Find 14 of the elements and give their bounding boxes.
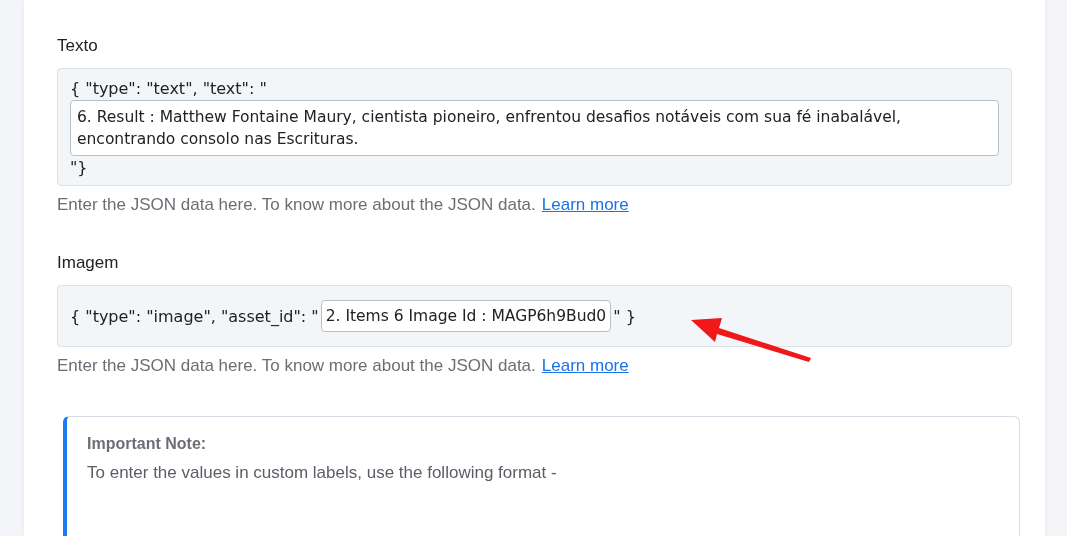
note-text: To enter the values in custom labels, use the following format - [87,463,558,483]
input-field[interactable]: 2. Items 6 Image Id : MAGP6h9Bud0 [320,300,612,332]
learn-more-link[interactable]: Learn more [541,356,629,376]
field-label: Texto [57,36,99,56]
json-prefix: { "type": "text", "text": " [70,79,268,98]
help-text: Enter the JSON data here. To know more about the JSON data. [57,356,536,376]
json-prefix: { "type": "image", "asset_id": " [70,306,319,326]
input-field[interactable]: 6. Result : Matthew Fontaine Maury, cientista pioneiro, enfrentou desafios notáveis com sua fé inabalável, encontrando consolo nas Escrituras. [70,100,999,156]
help-text: Enter the JSON data here. To know more about the JSON data. [57,195,536,215]
field-label: Imagem [57,253,120,273]
learn-more-link[interactable]: Learn more [541,195,629,215]
json-suffix: "} [70,158,89,177]
json-suffix: " } [613,306,636,326]
note-title: Important Note: [87,435,208,453]
